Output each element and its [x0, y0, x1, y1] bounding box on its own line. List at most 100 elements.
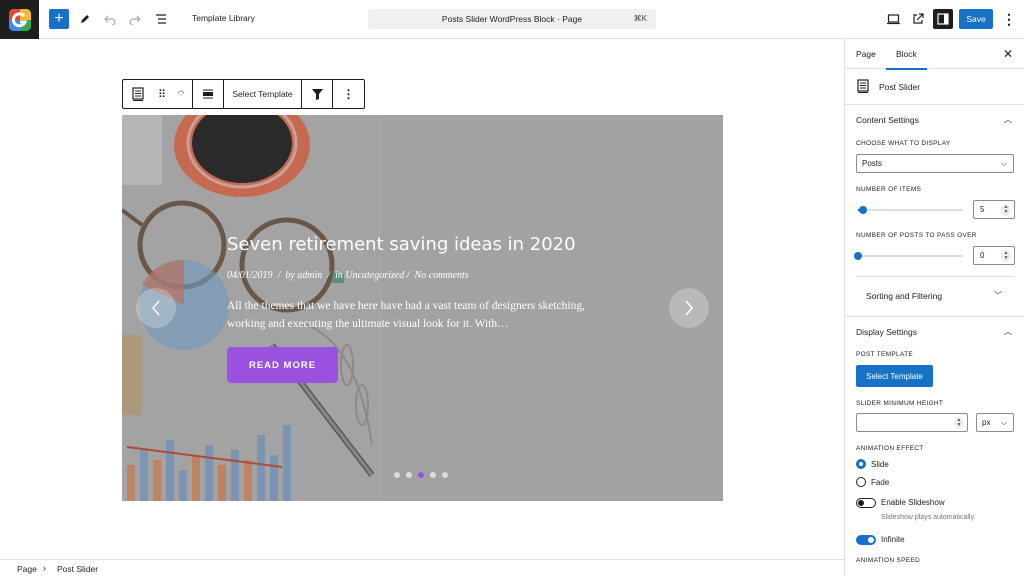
divider [845, 316, 1024, 317]
block-type-button[interactable] [123, 87, 153, 101]
slide-title[interactable]: Seven retirement saving ideas in 2020 [227, 234, 576, 255]
block-toolbar: ⠿ ︿ ﹀ Select Template ⋮ [122, 79, 365, 109]
align-group [193, 80, 224, 108]
height-unit-value: px [982, 418, 991, 427]
by-label: by [285, 270, 295, 281]
chevron-down-icon: ﹀ [994, 291, 1002, 300]
desktop-icon [886, 14, 900, 25]
post-category[interactable]: Uncategorized [345, 270, 404, 281]
preview-button[interactable] [883, 9, 903, 29]
stepper-icon[interactable]: ▲ ▼ [954, 417, 964, 429]
in-label: in [335, 270, 343, 281]
document-overview-button[interactable] [151, 9, 171, 29]
chevron-right-icon: › [43, 563, 46, 573]
more-vertical-icon: ⋮ [342, 87, 355, 101]
offset-value: 0 [980, 251, 985, 260]
options-button[interactable]: ⋮ [999, 9, 1019, 29]
effect-slide-label[interactable]: Slide [871, 460, 889, 469]
effect-slide-radio[interactable] [856, 459, 866, 469]
slider-prev-button[interactable] [136, 288, 176, 328]
move-buttons[interactable]: ︿ ﹀ [171, 87, 191, 101]
edit-tool-button[interactable] [75, 9, 95, 29]
add-block-button[interactable]: + [49, 9, 69, 29]
redo-button[interactable] [125, 9, 145, 29]
content-settings-panel: Content Settings ︿ CHOOSE WHAT TO DISPLA… [845, 106, 1024, 346]
block-title: Post Slider [879, 82, 921, 92]
offset-input[interactable]: 0 ▲ ▼ [973, 246, 1015, 265]
tab-block[interactable]: Block [886, 49, 927, 70]
chevron-up-icon[interactable]: ︿ [178, 87, 185, 94]
breadcrumb-page[interactable]: Page [17, 564, 37, 574]
choose-display-label: CHOOSE WHAT TO DISPLAY [856, 140, 951, 147]
content-settings-header[interactable]: Content Settings ︿ [845, 106, 1024, 134]
display-type-value: Posts [862, 159, 883, 168]
slider-dot[interactable] [394, 472, 400, 478]
stepper-icon[interactable]: ▲ ▼ [1001, 204, 1011, 216]
settings-sidebar: Page Block ✕ Post Slider Content Setting… [844, 39, 1024, 576]
effect-fade-radio[interactable] [856, 477, 866, 487]
align-button[interactable] [193, 89, 223, 99]
site-logo-button[interactable] [0, 0, 39, 39]
slideshow-help: Slideshow plays automatically. [881, 514, 976, 521]
undo-button[interactable] [100, 9, 120, 29]
slider-next-button[interactable] [669, 288, 709, 328]
block-card: Post Slider [845, 69, 1024, 105]
shortcut-hint: ⌘K [633, 14, 647, 23]
more-vertical-icon: ⋮ [1002, 11, 1016, 27]
post-date: 04/01/2019 [227, 270, 273, 281]
chevron-left-icon [152, 300, 160, 316]
settings-toggle-button[interactable] [933, 9, 953, 29]
chevron-right-icon [685, 300, 693, 316]
sorting-filtering-toggle[interactable]: Sorting and Filtering ﹀ [856, 277, 1014, 317]
items-slider-thumb[interactable] [859, 206, 868, 214]
items-slider-track[interactable] [858, 209, 963, 211]
display-type-select[interactable]: Posts ⌵ [856, 154, 1014, 173]
offset-slider-thumb[interactable] [854, 252, 862, 260]
slider-dot[interactable] [406, 472, 412, 478]
post-slider: Seven retirement saving ideas in 2020 04… [122, 115, 723, 501]
slideshow-label[interactable]: Enable Slideshow [881, 498, 945, 507]
chevron-down-icon[interactable]: ﹀ [178, 94, 185, 101]
items-count-input[interactable]: 5 ▲ ▼ [973, 200, 1015, 219]
drag-handle[interactable]: ⠿ [153, 88, 171, 101]
logo-icon [8, 8, 31, 31]
stepper-icon[interactable]: ▲ ▼ [1001, 250, 1011, 262]
sorting-filtering-label: Sorting and Filtering [866, 291, 943, 301]
template-group: Select Template [224, 80, 302, 108]
slide-meta: 04/01/2019 / by admin / in Uncategorized… [227, 270, 469, 281]
effect-fade-label[interactable]: Fade [871, 478, 889, 487]
slideshow-toggle[interactable] [856, 498, 876, 508]
offset-slider-track[interactable] [858, 255, 963, 257]
items-count-label: NUMBER OF ITEMS [856, 186, 922, 193]
tab-page[interactable]: Page [856, 49, 876, 59]
offset-label: NUMBER OF POSTS TO PASS OVER [856, 232, 977, 239]
display-settings-header[interactable]: Display Settings ︿ [845, 318, 1024, 346]
min-height-input[interactable]: ▲ ▼ [856, 413, 968, 432]
breadcrumb-block[interactable]: Post Slider [57, 564, 98, 574]
slider-dot[interactable] [442, 472, 448, 478]
view-page-button[interactable] [908, 9, 928, 29]
infinite-toggle[interactable] [856, 535, 876, 545]
template-library-link[interactable]: Template Library [192, 13, 255, 23]
command-palette-button[interactable]: Posts Slider WordPress Block · Page ⌘K [368, 9, 656, 29]
post-comments[interactable]: No comments [415, 270, 469, 281]
document-title: Posts Slider WordPress Block · Page [441, 14, 583, 24]
infinite-label[interactable]: Infinite [881, 535, 905, 544]
save-button[interactable]: Save [959, 9, 993, 29]
height-unit-select[interactable]: px ⌵ [976, 413, 1014, 432]
toggle-knob [868, 537, 874, 543]
filter-button[interactable] [302, 88, 332, 100]
pencil-icon [81, 15, 89, 23]
more-group: ⋮ [333, 80, 364, 108]
align-icon [203, 89, 213, 99]
read-more-button[interactable]: READ MORE [227, 347, 338, 383]
content-settings-title: Content Settings [856, 115, 919, 125]
slider-dot[interactable] [418, 472, 424, 478]
breadcrumb: Page › Post Slider [0, 559, 844, 576]
select-template-button[interactable]: Select Template [856, 365, 933, 387]
block-options-button[interactable]: ⋮ [333, 87, 364, 101]
close-icon[interactable]: ✕ [1003, 47, 1013, 61]
slider-dot[interactable] [430, 472, 436, 478]
select-template-toolbar-button[interactable]: Select Template [224, 89, 301, 99]
post-author[interactable]: admin [297, 270, 322, 281]
